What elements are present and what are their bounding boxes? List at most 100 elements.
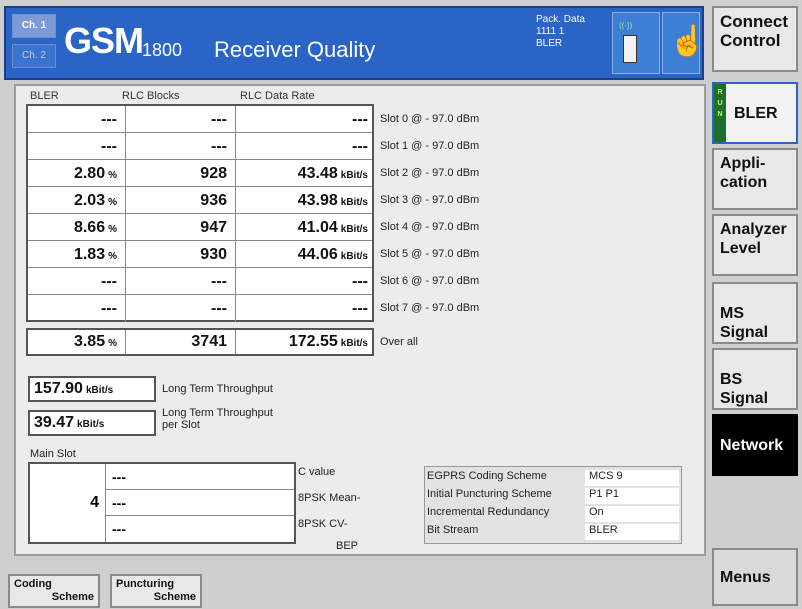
slot-level-label: Slot 2 @ - 97.0 dBm xyxy=(380,167,480,179)
egprs-key: Bit Stream xyxy=(427,524,479,536)
slot-level-label: Slot 6 @ - 97.0 dBm xyxy=(380,275,480,287)
rlc-data-rate-cell: 44.06 kBit/s xyxy=(297,246,368,263)
per-slot-throughput-label-1: Long Term Throughput xyxy=(162,407,273,419)
long-term-throughput-value: 157.90 kBit/s xyxy=(28,376,156,402)
bler-cell: --- xyxy=(28,268,126,295)
rlc-blocks-cell: 936 xyxy=(126,187,236,214)
overall-row: 3.85% 3741 172.55 kBit/s xyxy=(26,328,374,356)
egprs-row: Initial Puncturing Scheme P1 P1 xyxy=(425,488,681,505)
rlc-blocks-cell: --- xyxy=(126,106,236,133)
coding-scheme-label-2: Scheme xyxy=(51,591,94,603)
slot-level-label: Slot 0 @ - 97.0 dBm xyxy=(380,113,480,125)
table-row: 2.03% 936 43.98 kBit/s xyxy=(28,187,372,214)
info-line-3: BLER xyxy=(536,38,563,49)
c-value-label: C value xyxy=(298,466,336,478)
rlc-data-rate-cell: --- xyxy=(352,111,368,128)
hand-pointer-button[interactable]: ☝ xyxy=(662,12,706,74)
slot-level-label: Slot 7 @ - 97.0 dBm xyxy=(380,302,480,314)
puncturing-scheme-label-2: Scheme xyxy=(153,591,196,603)
rlc-blocks-cell: --- xyxy=(126,133,236,160)
slot-level-label: Slot 5 @ - 97.0 dBm xyxy=(380,248,480,260)
app-name: GSM xyxy=(64,20,144,61)
bep-label: BEP xyxy=(336,540,359,552)
main-slot-box: 4 --- --- --- xyxy=(28,462,296,544)
bler-cell: 8.66% xyxy=(28,214,126,241)
hand-pointer-icon: ☝ xyxy=(669,25,707,58)
slot-level-label: Slot 1 @ - 97.0 dBm xyxy=(380,140,480,152)
network-button[interactable]: Network xyxy=(712,414,798,476)
overall-bler: 3.85% xyxy=(28,330,126,354)
column-header-rlc-data-rate: RLC Data Rate xyxy=(240,90,315,102)
bler-cell: 1.83% xyxy=(28,241,126,268)
8psk-mean-bep: --- xyxy=(106,490,294,516)
bler-cell: 2.03% xyxy=(28,187,126,214)
rlc-data-rate-cell: --- xyxy=(352,138,368,155)
coding-scheme-button[interactable]: Coding Scheme xyxy=(8,574,100,608)
8psk-mean-label: 8PSK Mean- xyxy=(298,492,361,504)
application-button[interactable]: Appli- cation xyxy=(712,148,798,210)
egprs-value: On xyxy=(585,506,679,522)
puncturing-scheme-label-1: Puncturing xyxy=(116,578,175,590)
connection-status-indicator: ((·)) xyxy=(612,12,660,74)
bler-cell: --- xyxy=(28,133,126,160)
slot-level-label: Slot 3 @ - 97.0 dBm xyxy=(380,194,480,206)
table-row: --- --- --- xyxy=(28,295,372,322)
egprs-row: Incremental Redundancy On xyxy=(425,506,681,523)
title-bar: Ch. 1 Ch. 2 GSM 1800 Receiver Quality Pa… xyxy=(4,6,706,80)
egprs-row: EGPRS Coding Scheme MCS 9 xyxy=(425,470,681,487)
rlc-data-rate-cell: 43.98 kBit/s xyxy=(297,192,368,209)
connect-control-button[interactable]: Connect Control xyxy=(712,6,798,72)
egprs-value: MCS 9 xyxy=(585,470,679,486)
page-title: Receiver Quality xyxy=(214,37,376,62)
bler-cell: --- xyxy=(28,106,126,133)
overall-rlc-data-rate: 172.55 kBit/s xyxy=(288,333,368,350)
coding-scheme-label-1: Coding xyxy=(14,578,52,590)
table-row: --- --- --- xyxy=(28,268,372,295)
puncturing-scheme-button[interactable]: Puncturing Scheme xyxy=(110,574,202,608)
per-slot-throughput-label-2: per Slot xyxy=(162,419,200,431)
band-label: 1800 xyxy=(142,40,183,60)
rlc-data-rate-cell: 43.48 kBit/s xyxy=(297,165,368,182)
egprs-key: Initial Puncturing Scheme xyxy=(427,488,552,500)
egprs-key: Incremental Redundancy xyxy=(427,506,550,518)
bler-button[interactable]: RUN BLER xyxy=(712,82,798,144)
bler-button-label: BLER xyxy=(734,105,778,122)
table-row: --- --- --- xyxy=(28,106,372,133)
rlc-blocks-cell: --- xyxy=(126,268,236,295)
channel-1-button[interactable]: Ch. 1 xyxy=(12,14,56,38)
run-indicator: RUN xyxy=(714,84,726,142)
table-row: 2.80% 928 43.48 kBit/s xyxy=(28,160,372,187)
signal-icon: ((·)) xyxy=(619,21,633,30)
egprs-value: P1 P1 xyxy=(585,488,679,504)
info-line-2: 1111 1 xyxy=(536,26,565,37)
main-slot-label: Main Slot xyxy=(30,448,76,460)
info-line-1: Pack. Data xyxy=(536,14,585,25)
per-slot-throughput-value: 39.47 kBit/s xyxy=(28,410,156,436)
long-term-throughput-label: Long Term Throughput xyxy=(162,383,273,395)
ms-signal-button[interactable]: MS Signal xyxy=(712,282,798,344)
8psk-cv-bep: --- xyxy=(112,521,126,537)
8psk-cv-label: 8PSK CV- xyxy=(298,518,348,530)
egprs-row: Bit Stream BLER xyxy=(425,524,681,541)
rlc-data-rate-cell: --- xyxy=(352,273,368,290)
rlc-blocks-cell: 928 xyxy=(126,160,236,187)
egprs-key: EGPRS Coding Scheme xyxy=(427,470,547,482)
rlc-blocks-cell: 930 xyxy=(126,241,236,268)
bler-cell: 2.80% xyxy=(28,160,126,187)
bs-signal-button[interactable]: BS Signal xyxy=(712,348,798,410)
rlc-data-rate-cell: 41.04 kBit/s xyxy=(297,219,368,236)
rlc-blocks-cell: 947 xyxy=(126,214,236,241)
channel-2-button[interactable]: Ch. 2 xyxy=(12,44,56,68)
c-value: --- xyxy=(106,464,294,490)
analyzer-level-button[interactable]: Analyzer Level xyxy=(712,214,798,276)
overall-label: Over all xyxy=(380,336,418,348)
table-row: --- --- --- xyxy=(28,133,372,160)
egprs-value: BLER xyxy=(585,524,679,540)
table-row: 1.83% 930 44.06 kBit/s xyxy=(28,241,372,268)
egprs-info-box: EGPRS Coding Scheme MCS 9 Initial Punctu… xyxy=(424,466,682,544)
table-row: 8.66% 947 41.04 kBit/s xyxy=(28,214,372,241)
rlc-blocks-cell: --- xyxy=(126,295,236,322)
rlc-data-rate-cell: --- xyxy=(352,300,368,317)
menus-button[interactable]: Menus xyxy=(712,548,798,606)
column-header-bler: BLER xyxy=(30,90,59,102)
